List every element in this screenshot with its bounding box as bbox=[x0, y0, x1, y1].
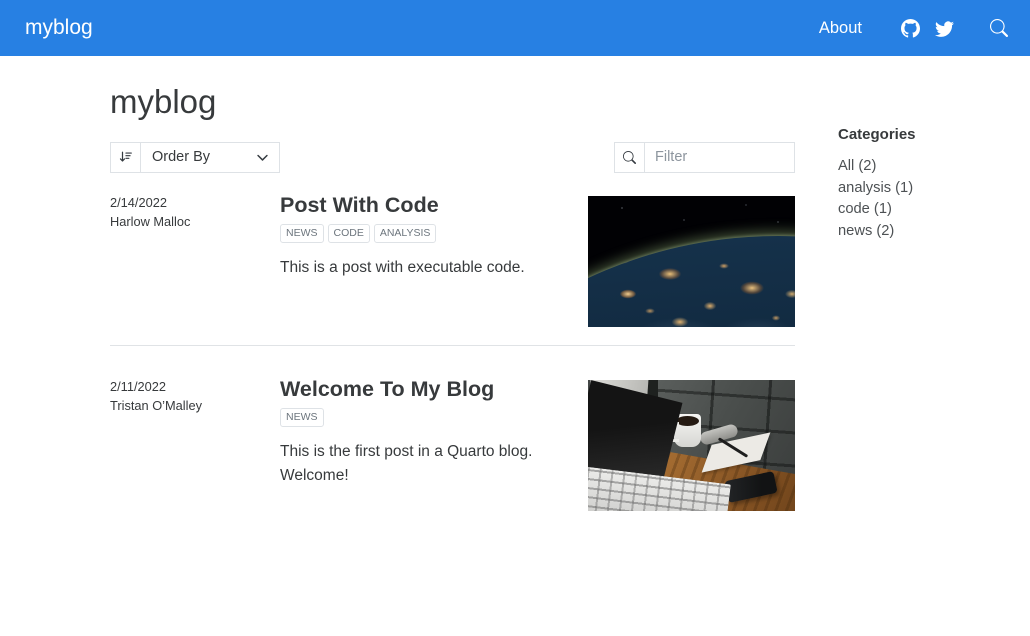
post-thumbnail-earth-at-night[interactable] bbox=[588, 196, 795, 327]
category-code[interactable]: code (1) bbox=[838, 199, 988, 221]
order-by-control: Order By bbox=[110, 142, 280, 173]
category-news[interactable]: news (2) bbox=[838, 221, 988, 243]
post-meta: 2/11/2022 Tristan O’Malley bbox=[110, 377, 280, 511]
navbar-right-group: About bbox=[819, 19, 1008, 38]
sort-icon bbox=[110, 142, 141, 173]
listing-toolbar: Order By bbox=[110, 142, 795, 173]
listing-post: 2/14/2022 Harlow Malloc Post With Code N… bbox=[110, 173, 795, 345]
tag-news[interactable]: NEWS bbox=[280, 408, 324, 427]
post-title-link[interactable]: Welcome To My Blog bbox=[280, 377, 564, 402]
filter-search-icon bbox=[614, 142, 645, 173]
categories-sidebar: Categories All (2) analysis (1) code (1)… bbox=[838, 82, 988, 529]
category-analysis[interactable]: analysis (1) bbox=[838, 178, 988, 200]
navbar-brand[interactable]: myblog bbox=[25, 16, 93, 40]
page-title: myblog bbox=[110, 82, 795, 122]
github-icon[interactable] bbox=[901, 19, 920, 38]
category-all[interactable]: All (2) bbox=[838, 156, 988, 178]
order-by-select[interactable]: Order By bbox=[140, 142, 280, 173]
post-date: 2/14/2022 bbox=[110, 193, 280, 212]
page-body: myblog Order By 2/14/202 bbox=[0, 56, 1030, 529]
tag-analysis[interactable]: ANALYSIS bbox=[374, 224, 437, 243]
post-title-link[interactable]: Post With Code bbox=[280, 193, 564, 218]
tag-news[interactable]: NEWS bbox=[280, 224, 324, 243]
post-body: Post With Code NEWS CODE ANALYSIS This i… bbox=[280, 193, 588, 327]
twitter-icon[interactable] bbox=[935, 19, 954, 38]
filter-control bbox=[614, 142, 795, 173]
post-author: Harlow Malloc bbox=[110, 212, 280, 231]
search-icon[interactable] bbox=[990, 19, 1008, 37]
nav-link-about[interactable]: About bbox=[819, 19, 862, 38]
post-tags: NEWS bbox=[280, 408, 564, 427]
post-author: Tristan O’Malley bbox=[110, 396, 280, 415]
order-by-label: Order By bbox=[152, 149, 210, 165]
filter-input[interactable] bbox=[644, 142, 795, 173]
listing-post: 2/11/2022 Tristan O’Malley Welcome To My… bbox=[110, 345, 795, 529]
post-tags: NEWS CODE ANALYSIS bbox=[280, 224, 564, 243]
post-meta: 2/14/2022 Harlow Malloc bbox=[110, 193, 280, 327]
tag-code[interactable]: CODE bbox=[328, 224, 370, 243]
post-description: This is the first post in a Quarto blog.… bbox=[280, 440, 564, 488]
categories-title: Categories bbox=[838, 126, 988, 143]
post-thumbnail-desk-laptop[interactable] bbox=[588, 380, 795, 511]
post-date: 2/11/2022 bbox=[110, 377, 280, 396]
chevron-down-icon bbox=[256, 151, 269, 164]
listing-content: myblog Order By 2/14/202 bbox=[110, 82, 795, 529]
post-description: This is a post with executable code. bbox=[280, 256, 564, 280]
top-navbar: myblog About bbox=[0, 0, 1030, 56]
earth-planet-graphic bbox=[588, 236, 795, 327]
post-body: Welcome To My Blog NEWS This is the firs… bbox=[280, 377, 588, 511]
